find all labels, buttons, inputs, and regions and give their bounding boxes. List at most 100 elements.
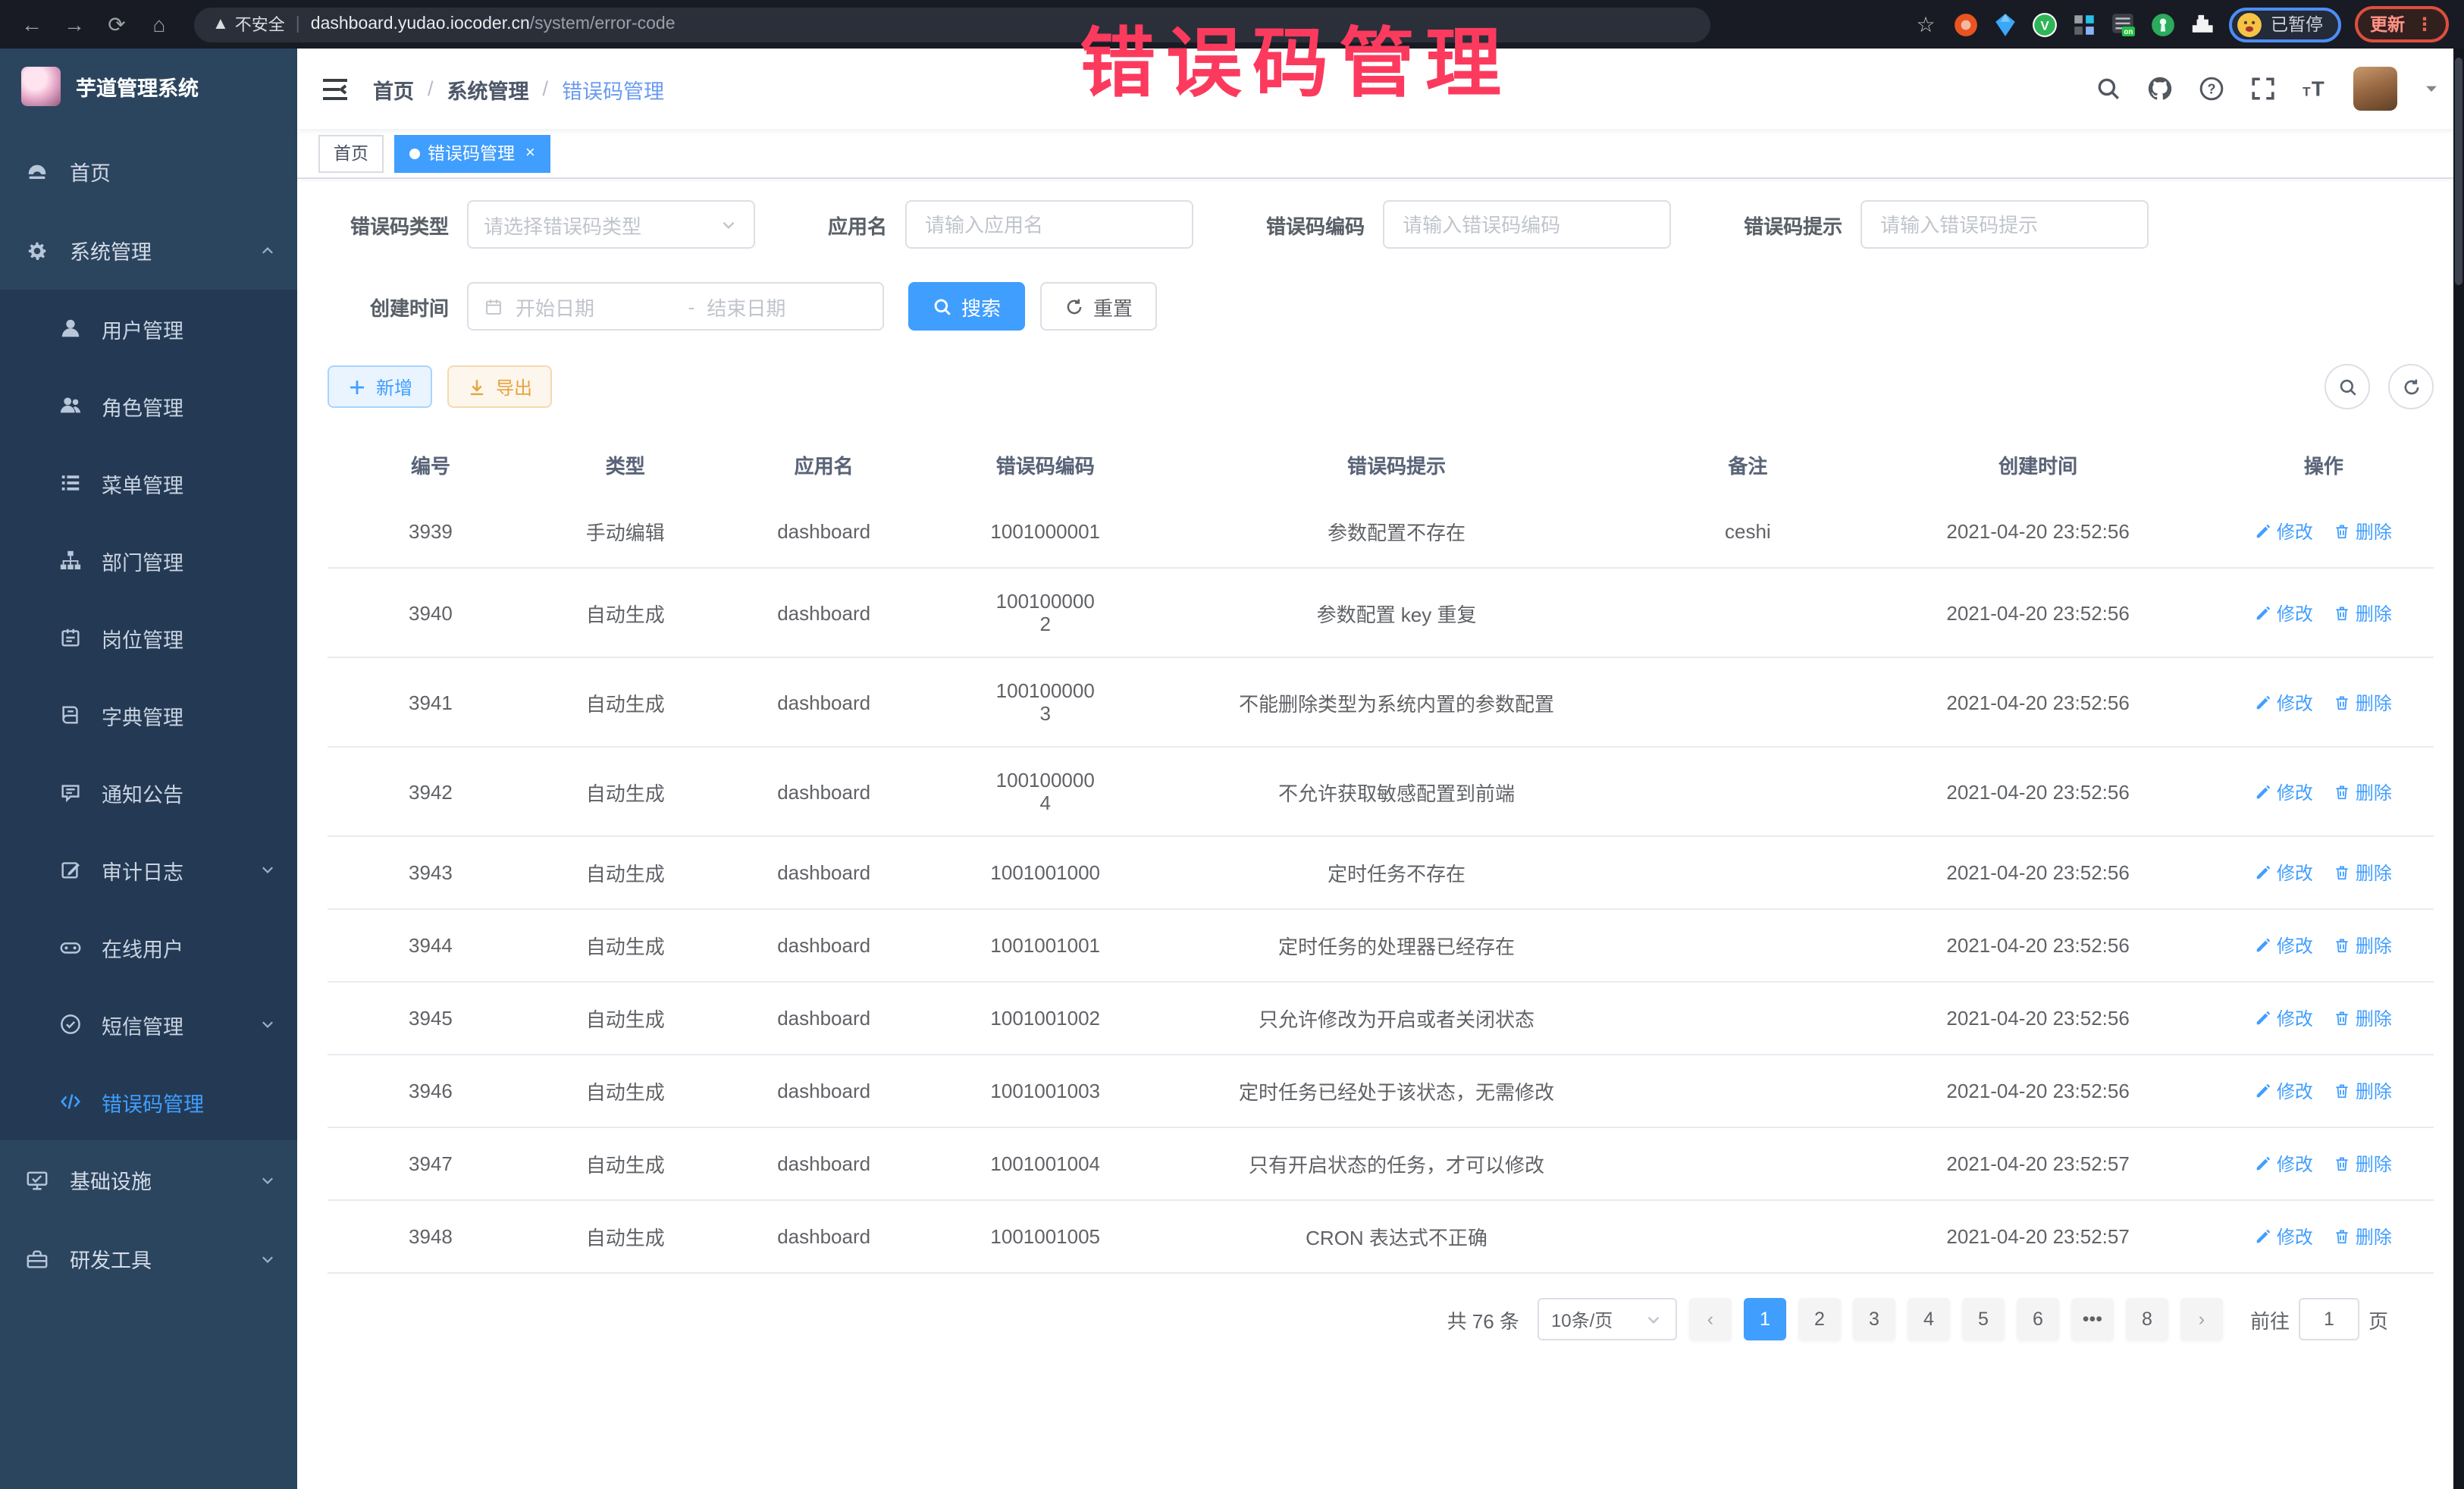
- browser-back-icon[interactable]: ←: [15, 8, 49, 41]
- delete-link[interactable]: 删除: [2334, 689, 2392, 715]
- delete-link[interactable]: 删除: [2334, 1078, 2392, 1104]
- tag-close-icon[interactable]: ×: [525, 145, 535, 161]
- table-row: 3948自动生成dashboard1001001005CRON 表达式不正确20…: [328, 1200, 2434, 1273]
- user-avatar[interactable]: [2353, 67, 2397, 111]
- window-scrollbar[interactable]: [2453, 49, 2464, 1489]
- edit-link[interactable]: 修改: [2256, 1224, 2313, 1249]
- show-search-toggle-button[interactable]: [2324, 364, 2370, 409]
- edit-link[interactable]: 修改: [2256, 933, 2313, 958]
- app-name-input[interactable]: [922, 212, 1177, 237]
- extension-on-badge-icon[interactable]: on: [2110, 11, 2136, 37]
- sidebar-item-2[interactable]: 系统管理: [0, 211, 297, 290]
- sidebar-item-13[interactable]: 错误码管理: [0, 1063, 297, 1140]
- cell-time: 2021-04-20 23:52:56: [1862, 909, 2213, 982]
- browser-menu-icon[interactable]: ⋮: [2415, 17, 2434, 32]
- edit-link-label: 修改: [2277, 1224, 2313, 1249]
- fullscreen-icon[interactable]: [2250, 76, 2276, 102]
- refresh-table-button[interactable]: [2388, 364, 2434, 409]
- page-button-4[interactable]: 4: [1908, 1298, 1950, 1340]
- delete-link[interactable]: 删除: [2334, 779, 2392, 804]
- help-icon[interactable]: ?: [2199, 76, 2224, 102]
- edit-link[interactable]: 修改: [2256, 689, 2313, 715]
- user-menu-caret-icon[interactable]: [2423, 80, 2440, 97]
- add-button[interactable]: 新增: [328, 365, 432, 408]
- goto-page-input[interactable]: [2299, 1298, 2359, 1340]
- page-button-2[interactable]: 2: [1798, 1298, 1841, 1340]
- search-icon[interactable]: [2096, 76, 2121, 102]
- page-button-8[interactable]: 8: [2126, 1298, 2168, 1340]
- sidebar-item-8[interactable]: 字典管理: [0, 676, 297, 754]
- edit-link[interactable]: 修改: [2256, 519, 2313, 544]
- sidebar-item-10[interactable]: 审计日志: [0, 831, 297, 908]
- page-url: dashboard.yudao.iocoder.cn/system/error-…: [311, 15, 676, 33]
- sidebar-item-14[interactable]: 基础设施: [0, 1140, 297, 1219]
- github-icon[interactable]: [2147, 76, 2173, 102]
- page-button-3[interactable]: 3: [1853, 1298, 1895, 1340]
- page-button-6[interactable]: 6: [2017, 1298, 2059, 1340]
- sidebar-item-5[interactable]: 菜单管理: [0, 444, 297, 522]
- sidebar-item-15[interactable]: 研发工具: [0, 1219, 297, 1298]
- cell-app: dashboard: [717, 568, 931, 657]
- breadcrumb-item[interactable]: 系统管理: [447, 74, 529, 104]
- hamburger-icon[interactable]: [321, 77, 349, 101]
- sidebar-item-9[interactable]: 通知公告: [0, 754, 297, 831]
- errorcode-hint-input[interactable]: [1877, 212, 2132, 237]
- not-secure-warning-icon[interactable]: ▲不安全: [212, 12, 285, 36]
- delete-link[interactable]: 删除: [2334, 519, 2392, 544]
- delete-link[interactable]: 删除: [2334, 860, 2392, 886]
- bookmark-star-icon[interactable]: ☆: [1913, 11, 1939, 37]
- edit-link[interactable]: 修改: [2256, 1078, 2313, 1104]
- search-button[interactable]: 搜索: [908, 282, 1025, 331]
- edit-link[interactable]: 修改: [2256, 1005, 2313, 1031]
- export-button[interactable]: 导出: [447, 365, 552, 408]
- delete-link[interactable]: 删除: [2334, 1005, 2392, 1031]
- more-pages-button[interactable]: •••: [2071, 1298, 2114, 1340]
- extension-gem-icon[interactable]: [1992, 11, 2017, 37]
- sidebar-item-7[interactable]: 岗位管理: [0, 599, 297, 676]
- tag-active[interactable]: 错误码管理×: [394, 134, 550, 172]
- sidebar-item-1[interactable]: 首页: [0, 132, 297, 211]
- page-button-5[interactable]: 5: [1962, 1298, 2005, 1340]
- next-page-button[interactable]: ›: [2180, 1298, 2223, 1340]
- app-logo[interactable]: 芋道管理系统: [0, 49, 297, 124]
- sidebar-item-6[interactable]: 部门管理: [0, 522, 297, 599]
- edit-link[interactable]: 修改: [2256, 860, 2313, 886]
- font-size-icon[interactable]: TT: [2302, 76, 2328, 102]
- delete-link[interactable]: 删除: [2334, 1224, 2392, 1249]
- delete-link[interactable]: 删除: [2334, 1151, 2392, 1177]
- tag-item[interactable]: 首页: [318, 134, 384, 172]
- browser-home-icon[interactable]: ⌂: [143, 8, 176, 41]
- reset-button[interactable]: 重置: [1040, 282, 1157, 331]
- sidebar-item-3[interactable]: 用户管理: [0, 290, 297, 367]
- browser-forward-icon[interactable]: →: [58, 8, 91, 41]
- errorcode-type-select[interactable]: 请选择错误码类型: [467, 200, 755, 249]
- browser-update-button[interactable]: 更新 ⋮: [2355, 6, 2449, 42]
- profile-paused-badge[interactable]: 已暂停: [2228, 7, 2341, 42]
- edit-link[interactable]: 修改: [2256, 779, 2313, 804]
- prev-page-button[interactable]: ‹: [1689, 1298, 1732, 1340]
- column-header: 创建时间: [1862, 434, 2213, 496]
- extension-puzzle-icon[interactable]: [2189, 11, 2215, 37]
- extension-squares-icon[interactable]: [2071, 11, 2096, 37]
- sidebar-item-12[interactable]: 短信管理: [0, 986, 297, 1063]
- edit-link[interactable]: 修改: [2256, 1151, 2313, 1177]
- page-size-select[interactable]: 10条/页: [1538, 1298, 1677, 1340]
- extension-v-icon[interactable]: V: [2031, 11, 2057, 37]
- role-icon: [59, 394, 82, 417]
- sidebar-item-11[interactable]: 在线用户: [0, 908, 297, 986]
- sidebar-menu: 首页系统管理用户管理角色管理菜单管理部门管理岗位管理字典管理通知公告审计日志在线…: [0, 124, 297, 1298]
- edit-link-label: 修改: [2277, 519, 2313, 544]
- delete-link[interactable]: 删除: [2334, 600, 2392, 625]
- delete-link[interactable]: 删除: [2334, 933, 2392, 958]
- extension-orange-icon[interactable]: [1952, 11, 1978, 37]
- edit-link[interactable]: 修改: [2256, 600, 2313, 625]
- sidebar-item-4[interactable]: 角色管理: [0, 367, 297, 444]
- breadcrumb-item[interactable]: 首页: [373, 74, 414, 104]
- create-time-range-picker[interactable]: 开始日期 - 结束日期: [467, 282, 884, 331]
- breadcrumb-item[interactable]: 错误码管理: [562, 74, 664, 104]
- extension-green-key-icon[interactable]: [2149, 11, 2175, 37]
- errorcode-code-input[interactable]: [1400, 212, 1654, 237]
- scrollbar-thumb[interactable]: [2455, 58, 2462, 285]
- page-button-1[interactable]: 1: [1744, 1298, 1786, 1340]
- browser-reload-icon[interactable]: ⟳: [100, 8, 133, 41]
